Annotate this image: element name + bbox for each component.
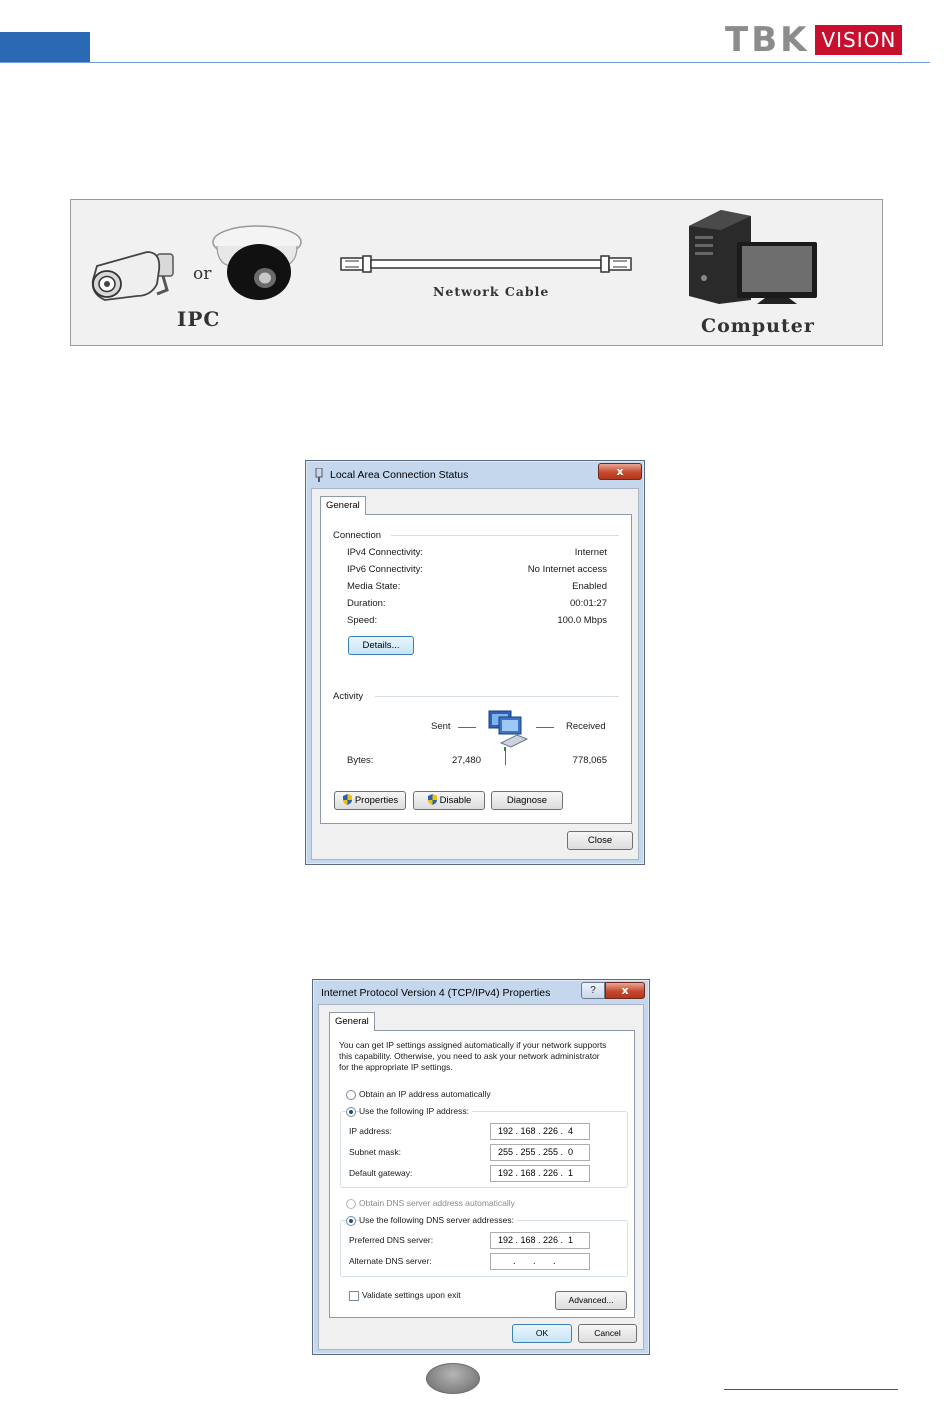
- alternate-dns-label: Alternate DNS server:: [349, 1256, 432, 1266]
- default-gateway-field[interactable]: 192 . 168 . 226 . 1: [490, 1165, 590, 1182]
- tab-panel: You can get IP settings assigned automat…: [329, 1030, 635, 1318]
- network-cable-label: Network Cable: [433, 284, 550, 299]
- validate-settings-label: Validate settings upon exit: [362, 1290, 461, 1300]
- page-number-badge: [426, 1363, 480, 1394]
- obtain-ip-auto-label: Obtain an IP address automatically: [359, 1089, 491, 1099]
- preferred-dns-field[interactable]: 192 . 168 . 226 . 1: [490, 1232, 590, 1249]
- ok-button[interactable]: OK: [512, 1324, 572, 1343]
- bytes-separator: [505, 751, 506, 765]
- dialog-body: General Connection IPv4 Connectivity: In…: [311, 488, 639, 860]
- bullet-camera-icon: [91, 251, 174, 301]
- help-icon[interactable]: ?: [581, 982, 605, 999]
- default-gateway-label: Default gateway:: [349, 1168, 413, 1178]
- dome-camera-icon: [212, 225, 302, 300]
- close-icon[interactable]: x: [605, 982, 645, 999]
- subnet-mask-field[interactable]: 255 . 255 . 255 . 0: [490, 1144, 590, 1161]
- validate-settings-checkbox[interactable]: [349, 1291, 359, 1301]
- connection-diagram: or IPC Network Cable Computer: [70, 199, 883, 346]
- connection-status-dialog: Local Area Connection Status x General C…: [305, 460, 645, 865]
- alternate-dns-field[interactable]: . . .: [490, 1253, 590, 1270]
- dialog-title: Internet Protocol Version 4 (TCP/IPv4) P…: [321, 987, 551, 999]
- speed-value: 100.0 Mbps: [557, 615, 607, 626]
- connection-divider: [391, 535, 619, 536]
- disable-label: Disable: [439, 795, 472, 806]
- activity-divider: [375, 696, 619, 697]
- use-following-ip-label: Use the following IP address:: [359, 1106, 472, 1116]
- network-activity-icon: [488, 710, 529, 751]
- dialog-titlebar[interactable]: Local Area Connection Status: [306, 461, 644, 489]
- properties-button[interactable]: Properties: [334, 791, 406, 810]
- use-following-dns-radio[interactable]: [346, 1216, 356, 1226]
- dialog-body: General You can get IP settings assigned…: [318, 1004, 644, 1350]
- ipv4-connectivity-label: IPv4 Connectivity:: [347, 547, 424, 558]
- tab-panel: Connection IPv4 Connectivity: Internet I…: [320, 514, 632, 824]
- media-state-label: Media State:: [347, 581, 401, 592]
- footer-link-underline[interactable]: [724, 1389, 898, 1390]
- computer-label: Computer: [701, 315, 815, 337]
- network-cable-icon: [340, 255, 632, 273]
- use-following-ip-radio[interactable]: [346, 1107, 356, 1117]
- intro-text-line2: this capability. Otherwise, you need to …: [339, 1051, 600, 1061]
- sent-dash: [458, 727, 476, 728]
- uac-shield-icon: [427, 794, 437, 805]
- computer-icon: [689, 210, 817, 304]
- bytes-label: Bytes:: [347, 755, 374, 766]
- subnet-mask-label: Subnet mask:: [349, 1147, 401, 1157]
- ipv6-connectivity-label: IPv6 Connectivity:: [347, 564, 424, 575]
- speed-label: Speed:: [347, 615, 378, 626]
- close-button[interactable]: Close: [567, 831, 633, 850]
- activity-heading: Activity: [333, 691, 364, 702]
- ipv4-properties-dialog: Internet Protocol Version 4 (TCP/IPv4) P…: [312, 979, 650, 1355]
- dialog-title: Local Area Connection Status: [330, 469, 469, 481]
- media-state-value: Enabled: [572, 581, 607, 592]
- ipc-label: IPC: [177, 307, 221, 331]
- bytes-received-value: 778,065: [572, 755, 607, 766]
- ip-address-field[interactable]: 192 . 168 . 226 . 4: [490, 1123, 590, 1140]
- ipv4-connectivity-value: Internet: [574, 547, 607, 558]
- ipv6-connectivity-value: No Internet access: [527, 564, 607, 575]
- use-following-dns-label: Use the following DNS server addresses:: [359, 1215, 517, 1225]
- logo-wordmark: TBK: [725, 20, 810, 60]
- duration-label: Duration:: [347, 598, 386, 609]
- obtain-ip-auto-radio[interactable]: [346, 1090, 356, 1100]
- tab-general[interactable]: General: [320, 496, 366, 515]
- intro-text-line3: for the appropriate IP settings.: [339, 1062, 453, 1072]
- header-accent-tab: [0, 32, 90, 62]
- received-label: Received: [566, 721, 606, 732]
- disable-button[interactable]: Disable: [413, 791, 485, 810]
- ip-address-label: IP address:: [349, 1126, 392, 1136]
- close-icon[interactable]: x: [598, 463, 642, 480]
- tbk-vision-logo: TBK VISION: [725, 20, 903, 60]
- uac-shield-icon: [342, 794, 352, 805]
- bytes-sent-value: 27,480: [451, 755, 481, 766]
- diagnose-button[interactable]: Diagnose: [491, 791, 563, 810]
- sent-label: Sent: [431, 721, 451, 732]
- network-adapter-icon: [315, 468, 323, 482]
- properties-label: Properties: [354, 795, 399, 806]
- connection-heading: Connection: [333, 530, 382, 541]
- logo-badge: VISION: [815, 25, 903, 55]
- obtain-dns-auto-label: Obtain DNS server address automatically: [359, 1198, 515, 1208]
- details-button[interactable]: Details...: [348, 636, 414, 655]
- intro-text-line1: You can get IP settings assigned automat…: [339, 1040, 607, 1050]
- header-rule: [0, 62, 930, 63]
- duration-value: 00:01:27: [570, 598, 607, 609]
- received-dash: [536, 727, 554, 728]
- advanced-button[interactable]: Advanced...: [555, 1291, 627, 1310]
- preferred-dns-label: Preferred DNS server:: [349, 1235, 434, 1245]
- obtain-dns-auto-radio: [346, 1199, 356, 1209]
- tab-general[interactable]: General: [329, 1012, 375, 1031]
- cancel-button[interactable]: Cancel: [578, 1324, 637, 1343]
